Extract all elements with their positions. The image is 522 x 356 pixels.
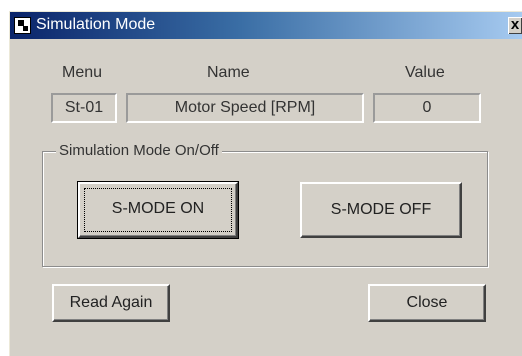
menu-field: St-01 [51,93,117,123]
menu-column-header: Menu [62,64,103,81]
name-field: Motor Speed [RPM] [126,93,364,123]
close-button[interactable]: Close [368,284,486,322]
s-mode-off-label: S-MODE OFF [330,201,432,218]
app-icon [14,17,31,34]
window-title: Simulation Mode [36,16,156,33]
title-bar[interactable]: Simulation Mode x [10,12,522,39]
s-mode-on-button[interactable]: S-MODE ON [77,181,239,239]
value-field: 0 [373,93,481,123]
name-column-header: Name [207,64,250,81]
focus-rectangle [84,188,232,232]
groupbox-title: Simulation Mode On/Off [56,142,222,159]
value-column-header: Value [405,64,445,81]
close-label: Close [406,294,448,311]
close-window-button[interactable]: x [508,17,522,34]
read-again-label: Read Again [69,294,153,311]
read-again-button[interactable]: Read Again [52,284,170,322]
s-mode-off-button[interactable]: S-MODE OFF [300,182,462,238]
